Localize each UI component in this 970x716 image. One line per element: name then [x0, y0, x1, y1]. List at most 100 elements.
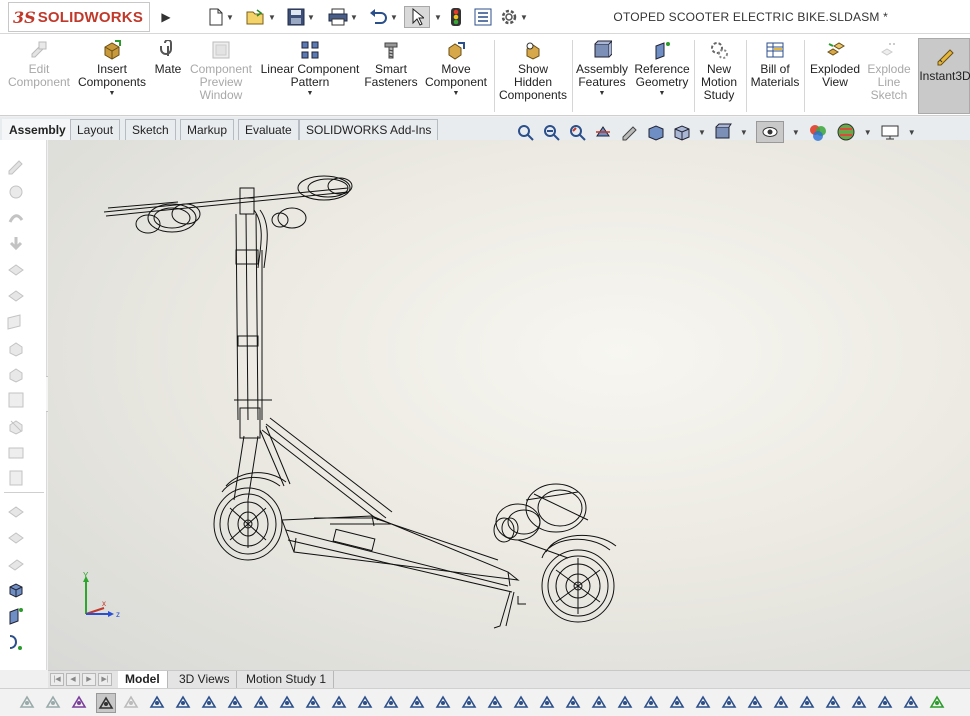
edit-component-button[interactable]: Edit Component	[4, 38, 74, 114]
shell-icon[interactable]	[798, 693, 818, 713]
mate-reference-icon[interactable]	[6, 502, 26, 522]
weld-icon[interactable]	[642, 693, 662, 713]
show-hidden-components-button[interactable]: Show Hidden Components	[498, 38, 568, 114]
slot-icon[interactable]	[278, 693, 298, 713]
select-icon[interactable]	[404, 6, 430, 28]
curve-icon[interactable]	[6, 632, 26, 652]
hide-show-dropdown-icon[interactable]: ▼	[740, 128, 748, 137]
menu-flyout-icon[interactable]: ▶	[157, 6, 175, 28]
property-manager-icon[interactable]	[6, 182, 26, 202]
tab-assembly[interactable]: Assembly	[2, 119, 73, 140]
first-tab-button[interactable]: |◀	[50, 673, 64, 686]
instant3d-button[interactable]: Instant3D	[918, 38, 970, 114]
options-icon[interactable]: ▼	[500, 6, 528, 28]
reference-plane-icon[interactable]	[6, 554, 26, 574]
scooter-wireframe-model[interactable]	[48, 140, 970, 670]
dim-expert-icon[interactable]	[6, 234, 26, 254]
fillet-icon[interactable]	[746, 693, 766, 713]
save-icon[interactable]: ▼	[287, 6, 315, 28]
view-orientation-icon[interactable]	[646, 123, 664, 141]
sketch-block-icon[interactable]	[6, 468, 26, 488]
chamfer-icon[interactable]	[772, 693, 792, 713]
component-cube-icon[interactable]	[6, 580, 26, 600]
component-icon[interactable]	[6, 286, 26, 306]
rectangle-icon[interactable]	[200, 693, 220, 713]
hidden-part-icon[interactable]	[6, 442, 26, 462]
select-dropdown-icon[interactable]: ▼	[432, 6, 442, 28]
last-tab-button[interactable]: ▶|	[98, 673, 112, 686]
trim-icon[interactable]	[434, 693, 454, 713]
linear-component-pattern-button[interactable]: Linear Component Pattern ▼	[258, 38, 362, 114]
bill-of-materials-button[interactable]: Bill of Materials	[748, 38, 802, 114]
edit-appearance-button[interactable]	[755, 121, 784, 143]
scene-sphere-icon[interactable]	[836, 123, 856, 141]
dimension-icon[interactable]	[304, 693, 324, 713]
section-view-icon[interactable]	[594, 123, 612, 141]
point-icon[interactable]	[148, 693, 168, 713]
hide-show-items-icon[interactable]	[714, 123, 732, 141]
linear-pattern-dropdown-icon[interactable]: ▼	[307, 90, 314, 97]
display-manager-icon[interactable]	[6, 260, 26, 280]
dynamic-annotation-icon[interactable]	[620, 123, 638, 141]
next-tab-button[interactable]: ▶	[82, 673, 96, 686]
open-icon[interactable]: ▼	[246, 6, 276, 28]
view-settings-icon[interactable]	[880, 123, 900, 141]
assembly-features-button[interactable]: Assembly Features ▼	[574, 38, 630, 114]
filter-icon[interactable]	[18, 693, 38, 713]
move-component-button[interactable]: Move Component ▼	[422, 38, 490, 114]
tab-markup[interactable]: Markup	[180, 119, 235, 140]
tab-model[interactable]: Model	[118, 671, 168, 688]
loft-icon[interactable]	[694, 693, 714, 713]
display-style-icon[interactable]	[672, 123, 690, 141]
relation-icon[interactable]	[564, 693, 584, 713]
file-properties-icon[interactable]	[474, 6, 492, 28]
scene-dropdown-icon[interactable]: ▼	[864, 128, 872, 137]
tab-evaluate[interactable]: Evaluate	[238, 119, 299, 140]
arc-icon[interactable]	[356, 693, 376, 713]
solidworks-logo[interactable]: 3S SOLIDWORKS	[8, 2, 150, 32]
rebuild-icon[interactable]	[449, 6, 463, 28]
reference-geometry-side-icon[interactable]	[6, 606, 26, 626]
reference-geometry-dropdown-icon[interactable]: ▼	[659, 90, 666, 97]
mate-group-icon[interactable]	[6, 390, 26, 410]
mate-button[interactable]: Mate	[150, 38, 186, 114]
plane-icon[interactable]	[408, 693, 428, 713]
filter-edges-icon[interactable]	[70, 693, 90, 713]
sweep-icon[interactable]	[720, 693, 740, 713]
polygon-icon[interactable]	[226, 693, 246, 713]
reference-geometry-button[interactable]: Reference Geometry ▼	[632, 38, 692, 114]
insert-components-button[interactable]: Insert Components ▼	[76, 38, 148, 114]
draft-icon[interactable]	[824, 693, 844, 713]
center-rectangle-icon[interactable]	[330, 693, 350, 713]
note-icon[interactable]	[616, 693, 636, 713]
view-settings-dropdown-icon[interactable]: ▼	[908, 128, 916, 137]
tab-sketch[interactable]: Sketch	[125, 119, 176, 140]
print-icon[interactable]: ▼	[328, 6, 358, 28]
new-document-icon[interactable]: ▼	[208, 6, 234, 28]
cube-icon[interactable]	[252, 693, 272, 713]
line-icon[interactable]	[174, 693, 194, 713]
zoom-to-fit-icon[interactable]	[516, 123, 534, 141]
exploded-view-button[interactable]: Exploded View	[806, 38, 864, 114]
filter-faces-icon[interactable]	[44, 693, 64, 713]
rib-icon[interactable]	[876, 693, 896, 713]
undo-icon[interactable]: ▼	[368, 6, 398, 28]
convert-icon[interactable]	[460, 693, 480, 713]
configuration-icon[interactable]	[6, 208, 26, 228]
assembly-feature-icon[interactable]	[6, 528, 26, 548]
wrap-icon[interactable]	[902, 693, 922, 713]
display-style-dropdown-icon[interactable]: ▼	[698, 128, 706, 137]
previous-view-icon[interactable]	[568, 123, 586, 141]
component-preview-window-button[interactable]: Component Preview Window	[188, 38, 254, 114]
pattern-icon[interactable]	[538, 693, 558, 713]
suppressed-icon[interactable]	[6, 416, 26, 436]
tab-layout[interactable]: Layout	[70, 119, 121, 140]
explode-line-sketch-button[interactable]: Explode Line Sketch	[864, 38, 914, 114]
part-icon[interactable]	[6, 364, 26, 384]
mirror-icon[interactable]	[512, 693, 532, 713]
tab-3d-views[interactable]: 3D Views	[172, 671, 238, 688]
apply-scene-icon[interactable]	[808, 123, 828, 141]
tab-solidworks-add-ins[interactable]: SOLIDWORKS Add-Ins	[299, 119, 439, 140]
insert-components-dropdown-icon[interactable]: ▼	[109, 90, 116, 97]
smart-dimension-icon[interactable]	[590, 693, 610, 713]
